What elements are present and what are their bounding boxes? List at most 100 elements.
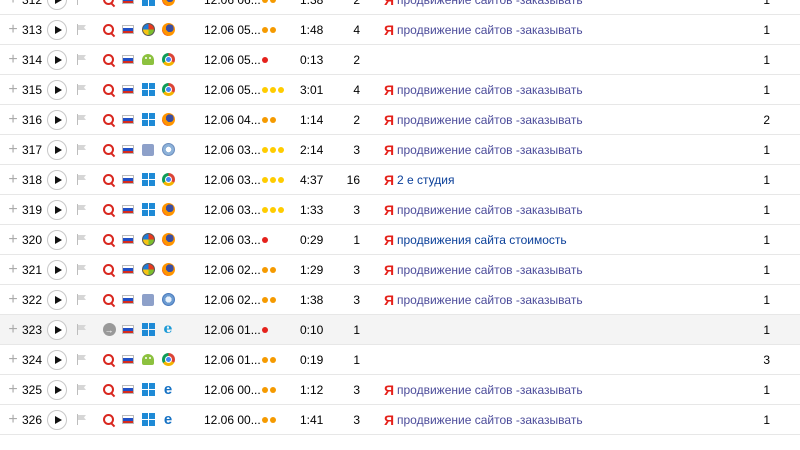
play-icon[interactable]	[47, 169, 67, 190]
table-row[interactable]: + 314 12.06 05... 0:13 2 1	[0, 45, 800, 75]
table-row[interactable]: + 320 12.06 03... 0:29 1 Я продвижения с…	[0, 225, 800, 255]
visit-number: 318	[22, 172, 43, 187]
table-row[interactable]: + 316 12.06 04... 1:14 2 Я продвижение с…	[0, 105, 800, 135]
page-count: 3	[353, 292, 360, 307]
expand-icon[interactable]: +	[6, 195, 20, 224]
table-row[interactable]: + 324 12.06 01... 0:19 1 3	[0, 345, 800, 375]
table-row[interactable]: + 325 e 12.06 00... 1:12 3 Я продвижение…	[0, 375, 800, 405]
expand-icon[interactable]: +	[6, 375, 20, 404]
play-button[interactable]	[46, 105, 68, 134]
play-button[interactable]	[46, 195, 68, 224]
play-icon[interactable]	[47, 139, 67, 160]
play-button[interactable]	[46, 135, 68, 164]
country-flag	[122, 15, 136, 44]
play-icon[interactable]	[47, 19, 67, 40]
play-button[interactable]	[46, 375, 68, 404]
search-query[interactable]: 2 е студия	[397, 165, 717, 194]
search-query: продвижение сайтов -заказывать	[397, 142, 583, 157]
expand-icon[interactable]: +	[6, 45, 20, 74]
expand-icon[interactable]: +	[6, 105, 20, 134]
table-row[interactable]: + 319 12.06 03... 1:33 3 Я продвижение с…	[0, 195, 800, 225]
expand-icon[interactable]: +	[6, 315, 20, 344]
search-query: продвижение сайтов -заказывать	[397, 82, 583, 97]
flag-icon[interactable]	[76, 405, 88, 434]
os	[141, 405, 155, 434]
chrome-icon	[161, 53, 175, 66]
flag-icon[interactable]	[76, 15, 88, 44]
play-button[interactable]	[46, 75, 68, 104]
play-icon[interactable]	[47, 409, 67, 430]
expand-icon[interactable]: +	[6, 15, 20, 44]
expand-icon[interactable]: +	[6, 285, 20, 314]
table-row[interactable]: + 322 12.06 02... 1:38 3 Я продвижение с…	[0, 285, 800, 315]
yandex-icon: Я	[384, 21, 395, 38]
play-button[interactable]	[46, 285, 68, 314]
windows-icon	[141, 323, 155, 336]
flag-icon[interactable]	[76, 0, 88, 14]
table-row[interactable]: + 313 12.06 05... 1:48 4 Я продвижение с…	[0, 15, 800, 45]
play-icon[interactable]	[47, 319, 67, 340]
traffic-source	[102, 345, 116, 374]
table-row[interactable]: + 326 e 12.06 00... 1:41 3 Я продвижение…	[0, 405, 800, 435]
table-row[interactable]: + 321 12.06 02... 1:29 3 Я продвижение с…	[0, 255, 800, 285]
engagement-dot	[262, 296, 268, 303]
expand-icon[interactable]: +	[6, 345, 20, 374]
play-button[interactable]	[46, 45, 68, 74]
play-button[interactable]	[46, 345, 68, 374]
flag-icon[interactable]	[76, 255, 88, 284]
country-flag	[122, 405, 136, 434]
play-icon[interactable]	[47, 0, 67, 10]
expand-icon[interactable]: +	[6, 0, 20, 14]
play-button[interactable]	[46, 165, 68, 194]
play-icon[interactable]	[47, 199, 67, 220]
flag-icon[interactable]	[76, 375, 88, 404]
play-icon[interactable]	[47, 79, 67, 100]
table-row[interactable]: + 315 12.06 05... 3:01 4 Я продвижение с…	[0, 75, 800, 105]
expand-icon[interactable]: +	[6, 75, 20, 104]
play-icon[interactable]	[47, 379, 67, 400]
flag-icon[interactable]	[76, 165, 88, 194]
search-query[interactable]: продвижения сайта стоимость	[397, 225, 717, 254]
yandex-icon: Я	[384, 231, 395, 248]
flag-icon[interactable]	[76, 225, 88, 254]
play-icon[interactable]	[47, 229, 67, 250]
play-button[interactable]	[46, 0, 68, 14]
yandex-icon: Я	[384, 201, 395, 218]
flag-icon[interactable]	[76, 75, 88, 104]
expand-icon[interactable]: +	[6, 255, 20, 284]
play-button[interactable]	[46, 315, 68, 344]
visit-number: 314	[22, 52, 43, 67]
flag-icon[interactable]	[76, 135, 88, 164]
expand-icon[interactable]: +	[6, 225, 20, 254]
expand-icon[interactable]: +	[6, 405, 20, 434]
play-button[interactable]	[46, 405, 68, 434]
flag-icon[interactable]	[76, 345, 88, 374]
play-button[interactable]	[46, 255, 68, 284]
table-row[interactable]: + 312 12.06 06... 1:38 2 Я продвижение с…	[0, 0, 800, 15]
visit-count: 2	[763, 112, 770, 127]
play-icon[interactable]	[47, 349, 67, 370]
visit-count: 1	[763, 322, 770, 337]
play-icon[interactable]	[47, 289, 67, 310]
flag-icon[interactable]	[76, 195, 88, 224]
safari-icon	[161, 293, 175, 306]
flag-icon[interactable]	[76, 285, 88, 314]
play-icon[interactable]	[47, 259, 67, 280]
play-icon[interactable]	[47, 109, 67, 130]
flag-icon[interactable]	[76, 105, 88, 134]
search-icon	[103, 23, 115, 36]
flag-icon[interactable]	[76, 315, 88, 344]
table-row[interactable]: + 323 → e 12.06 01... 0:10 1 1	[0, 315, 800, 345]
play-icon[interactable]	[47, 49, 67, 70]
play-button[interactable]	[46, 225, 68, 254]
expand-icon[interactable]: +	[6, 165, 20, 194]
flag-icon[interactable]	[76, 45, 88, 74]
chrome-icon	[161, 353, 175, 366]
browser	[161, 15, 175, 44]
visit-duration: 0:10	[300, 322, 324, 337]
visit-date: 12.06 05...	[204, 22, 261, 37]
table-row[interactable]: + 317 12.06 03... 2:14 3 Я продвижение с…	[0, 135, 800, 165]
play-button[interactable]	[46, 15, 68, 44]
table-row[interactable]: + 318 12.06 03... 4:37 16 Я 2 е студия 1	[0, 165, 800, 195]
expand-icon[interactable]: +	[6, 135, 20, 164]
